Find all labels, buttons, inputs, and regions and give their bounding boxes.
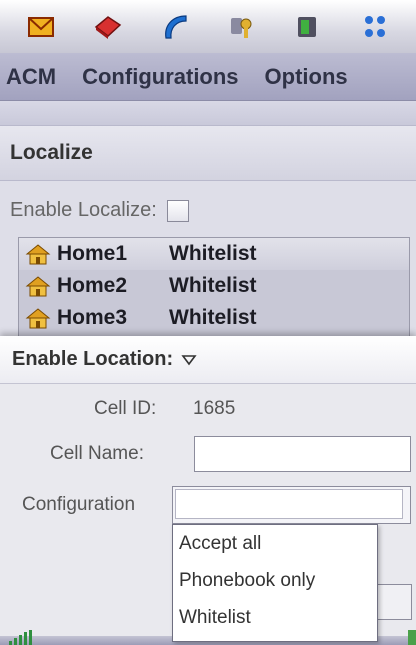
menu-acm[interactable]: ACM [6,64,56,90]
enable-localize-checkbox[interactable] [166,199,189,222]
list-item[interactable]: Home1 Whitelist [19,238,409,270]
enable-localize-row: Enable Localize: [10,199,189,222]
mail-icon[interactable] [23,9,59,45]
signal-strength-icon [9,630,32,645]
menu-configurations[interactable]: Configurations [82,64,238,90]
phone-icon[interactable] [157,9,193,45]
list-item[interactable]: Home3 Whitelist [19,302,409,334]
localize-header: Localize [0,125,416,181]
top-toolbar [0,0,416,53]
home-icon [25,308,51,329]
configuration-dropdown[interactable]: Accept all Phonebook only Whitelist [172,524,378,642]
dropdown-option[interactable]: Accept all [173,525,377,562]
location-title: Enable Location: [12,348,174,370]
dropdown-option[interactable]: Phonebook only [173,562,377,599]
list-item-type: Whitelist [169,306,257,329]
menu-bar: ACM Configurations Options [0,53,416,101]
list-item[interactable]: Home2 Whitelist [19,270,409,302]
device-icon[interactable] [290,9,326,45]
book-icon[interactable] [90,9,126,45]
apps-grid-icon[interactable] [357,9,393,45]
key-icon[interactable] [223,9,259,45]
menu-options[interactable]: Options [265,64,348,90]
cell-name-label: Cell Name: [50,443,144,464]
dropdown-option[interactable]: Whitelist [173,599,377,636]
list-item-type: Whitelist [169,274,257,297]
list-item-type: Whitelist [169,242,257,265]
list-item-name: Home2 [57,274,128,297]
configuration-select-value [175,489,403,519]
home-icon [25,244,51,265]
configuration-select[interactable] [172,486,411,524]
chevron-down-icon[interactable] [181,354,197,366]
status-indicator [408,630,416,645]
localize-title: Localize [10,141,93,164]
list-item-name: Home3 [57,306,128,329]
configuration-label: Configuration [22,494,136,515]
enable-localize-label: Enable Localize: [10,199,157,221]
cell-id-value: 1685 [193,398,236,419]
spacer-strip [0,101,416,125]
localize-list[interactable]: Home1 Whitelist Home2 Whitelist Home3 Wh… [18,237,410,336]
location-header[interactable]: Enable Location: [0,336,416,384]
cell-id-label: Cell ID: [94,398,157,419]
list-item-name: Home1 [57,242,128,265]
home-icon [25,276,51,297]
cell-name-field[interactable] [194,436,411,472]
